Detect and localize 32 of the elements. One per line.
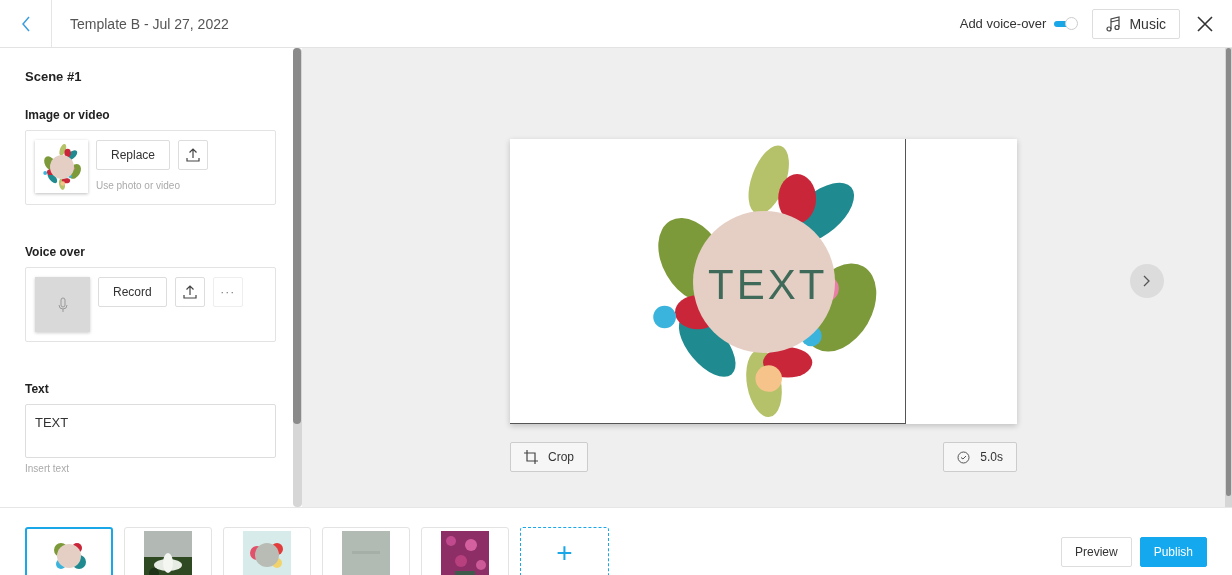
upload-icon [181, 284, 198, 300]
section-label: Voice over [25, 245, 86, 259]
replace-button[interactable]: Replace [96, 140, 171, 170]
scene-title: Scene #1 [25, 69, 83, 84]
preview-button[interactable]: Preview [1060, 537, 1132, 567]
upload-button[interactable] [174, 277, 205, 307]
next-button[interactable] [1130, 264, 1164, 298]
crop-button[interactable]: Crop [510, 442, 588, 472]
hint-text: Insert text [25, 463, 70, 474]
scrollbar[interactable] [293, 48, 302, 507]
record-button[interactable]: Record [98, 277, 167, 307]
close-icon [1197, 15, 1213, 32]
upload-icon [185, 147, 202, 163]
text-field[interactable]: TEXT [25, 404, 276, 458]
music-button[interactable]: Music [1092, 8, 1180, 39]
scrollbar[interactable] [1225, 48, 1232, 507]
duration-button[interactable]: 5.0s [943, 442, 1017, 472]
section-label: Image or video [25, 108, 111, 122]
back-icon [20, 15, 31, 32]
project-title: Template B - Jul 27, 2022 [70, 15, 229, 32]
voice-over-toggle[interactable] [1054, 16, 1079, 31]
hint-text: Use photo or video [96, 180, 181, 191]
music-note-icon [1106, 15, 1122, 32]
more-button[interactable]: ··· [212, 277, 243, 307]
crop-icon [524, 450, 538, 464]
chevron-right-icon [1143, 275, 1151, 287]
microphone-icon [57, 296, 68, 313]
section-label: Text [25, 382, 50, 396]
microphone-tile[interactable] [35, 277, 90, 332]
scene-thumbnail[interactable] [25, 527, 113, 575]
toggle-label: Add voice-over [959, 16, 1047, 31]
upload-button[interactable] [178, 140, 209, 170]
